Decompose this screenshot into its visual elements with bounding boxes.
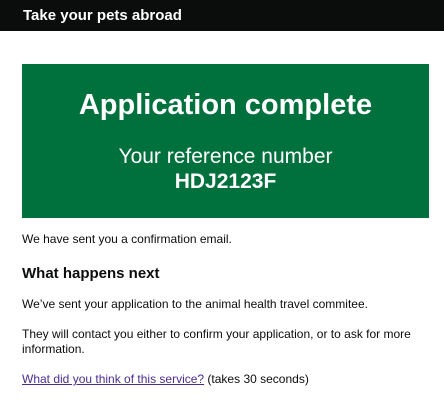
reference-number: HDJ2123F <box>174 170 277 193</box>
header-bar: Take your pets abroad <box>0 0 444 31</box>
email-notice: We have sent you a confirmation email. <box>22 232 232 246</box>
service-name[interactable]: Take your pets abroad <box>23 7 182 24</box>
feedback-duration: (takes 30 seconds) <box>204 372 309 386</box>
contact-paragraph: They will contact you either to confirm … <box>22 327 411 356</box>
page: Take your pets abroad Application comple… <box>0 0 444 400</box>
confirmation-panel: Application complete <box>22 64 429 218</box>
feedback-paragraph: What did you think of this service? (tak… <box>22 372 309 387</box>
feedback-link[interactable]: What did you think of this service? <box>22 372 204 386</box>
confirmation-title: Application complete <box>78 89 373 121</box>
next-steps-heading: What happens next <box>22 265 160 282</box>
reference-label: Your reference number <box>118 145 333 168</box>
sent-paragraph: We’ve sent your application to the anima… <box>22 297 368 311</box>
